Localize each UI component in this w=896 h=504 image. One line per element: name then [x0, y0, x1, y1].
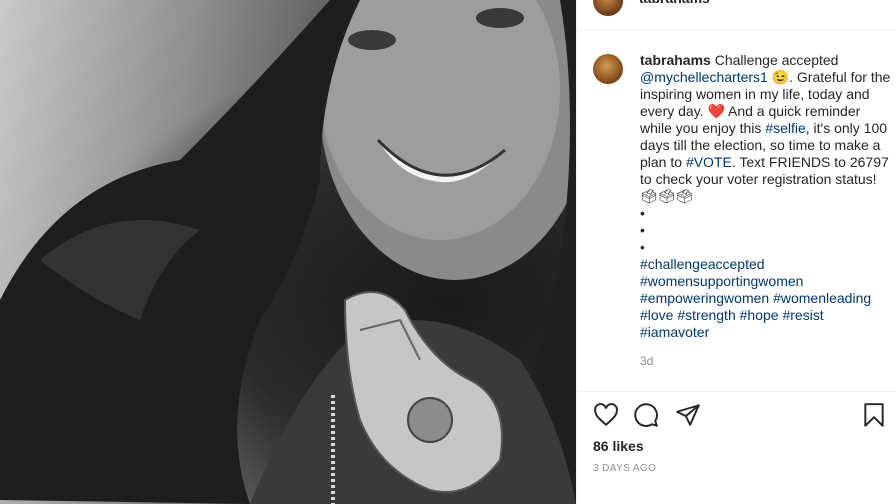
hashtag-love[interactable]: #love [640, 307, 673, 323]
ballot-emoji-icons: 🗳🗳🗳 [640, 188, 694, 204]
caption-avatar[interactable] [593, 54, 623, 84]
hashtag-vote[interactable]: #VOTE [686, 154, 732, 170]
caption-age[interactable]: 3d [640, 353, 892, 370]
photo-illustration [0, 0, 576, 504]
share-icon[interactable] [675, 402, 701, 428]
comment-icon[interactable] [633, 402, 659, 428]
hashtag-selfie[interactable]: #selfie [765, 120, 805, 136]
post-header: tabrahams [577, 0, 896, 31]
action-bar [593, 402, 889, 430]
likes-count[interactable]: 86 likes [593, 438, 644, 454]
caption-part1: Challenge accepted [710, 52, 839, 68]
hashtag-empoweringwomen[interactable]: #empoweringwomen [640, 290, 769, 306]
bookmark-icon[interactable] [861, 402, 887, 428]
post-detail-panel: tabrahams tabrahams Challenge accepted @… [576, 0, 896, 504]
dot-1: • [640, 205, 645, 221]
divider [577, 391, 896, 392]
hashtag-hope[interactable]: #hope [740, 307, 779, 323]
hashtag-iamavoter[interactable]: #iamavoter [640, 324, 709, 340]
hashtag-challengeaccepted[interactable]: #challengeaccepted [640, 256, 765, 272]
dot-3: • [640, 239, 645, 255]
mention-link[interactable]: @mychellecharters1 [640, 69, 768, 85]
hashtag-womenleading[interactable]: #womenleading [773, 290, 871, 306]
avatar[interactable] [593, 0, 623, 16]
dot-2: • [640, 222, 645, 238]
wink-emoji-icon: 😉 [771, 69, 790, 85]
hashtag-womensupportingwomen[interactable]: #womensupportingwomen [640, 273, 803, 289]
header-username[interactable]: tabrahams [639, 0, 710, 6]
heart-emoji-icon: ❤️ [707, 103, 725, 119]
hashtag-strength[interactable]: #strength [677, 307, 735, 323]
caption-text: tabrahams Challenge accepted @mychellech… [640, 52, 892, 370]
hashtag-resist[interactable]: #resist [782, 307, 823, 323]
caption-username[interactable]: tabrahams [640, 52, 711, 68]
like-heart-icon[interactable] [593, 402, 619, 428]
post-photo[interactable] [0, 0, 576, 504]
post-timestamp[interactable]: 3 DAYS AGO [593, 463, 656, 474]
